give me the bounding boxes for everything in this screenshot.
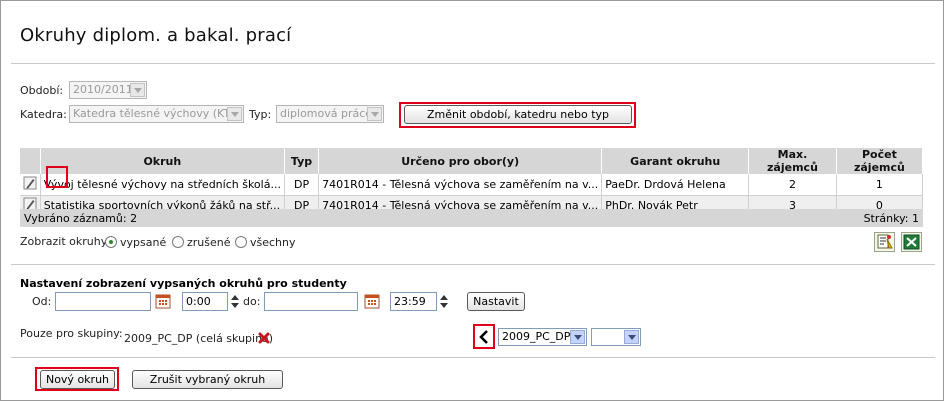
from-time-input[interactable]: 0:00 [182, 292, 228, 311]
period-select-value: 2010/2011 [73, 83, 133, 96]
topics-table: Okruh Typ Určeno pro obor(y) Garant okru… [20, 148, 924, 217]
calendar-icon[interactable] [155, 293, 171, 309]
from-time-spinner[interactable] [230, 292, 240, 311]
department-select[interactable]: Katedra tělesné výchovy (KTV) [69, 105, 244, 123]
header-count[interactable]: Počet zájemců [836, 148, 924, 174]
chevron-down-icon [367, 107, 382, 121]
highlight-box [399, 102, 636, 128]
pagination-info: Stránky: 1 [863, 212, 919, 225]
excel-export-icon[interactable] [901, 232, 922, 252]
chevron-down-icon [227, 107, 242, 121]
header-field[interactable]: Určeno pro obor(y) [318, 148, 603, 174]
page-title: Okruhy diplom. a bakal. prací [20, 25, 292, 46]
field-cell: 7401R014 - Tělesná výchova se zaměřením … [318, 174, 603, 196]
guarantor-cell: PaeDr. Drdová Helena [601, 174, 750, 196]
group-item: 2009_PC_DP (celá skupina) [124, 332, 274, 345]
show-label: Zobrazit okruhy [20, 235, 108, 248]
period-label: Období: [20, 84, 64, 97]
print-settings-icon[interactable] [874, 232, 895, 252]
to-time-input[interactable]: 23:59 [390, 292, 437, 311]
topic-cell: Vývoj tělesné výchovy na středních školá… [40, 174, 285, 196]
header-topic[interactable]: Okruh [40, 148, 285, 174]
department-label: Katedra: [20, 108, 67, 121]
section-divider [11, 264, 935, 265]
radio-dot[interactable] [105, 236, 117, 248]
header-edit [20, 148, 41, 174]
chevron-down-icon [624, 330, 639, 344]
actions-divider [11, 357, 935, 358]
title-divider [11, 63, 935, 64]
set-button[interactable]: Nastavit [467, 292, 525, 311]
count-cell: 1 [836, 174, 924, 196]
remove-icon[interactable] [258, 332, 270, 344]
to-label: do: [243, 295, 261, 308]
cancel-topic-button[interactable]: Zrušit vybraný okruh [132, 370, 283, 389]
type-cell: DP [284, 174, 320, 196]
radio-all[interactable]: všechny [235, 236, 296, 249]
header-max[interactable]: Max. zájemců [748, 148, 837, 174]
pencil-icon[interactable] [23, 176, 37, 190]
type-select[interactable]: diplomová práce [276, 105, 384, 123]
header-guarantor[interactable]: Garant okruhu [601, 148, 750, 174]
highlight-box [473, 324, 495, 349]
type-label: Typ: [249, 108, 272, 121]
to-time-spinner[interactable] [439, 292, 449, 311]
calendar-icon[interactable] [364, 293, 380, 309]
table-row[interactable]: Vývoj tělesné výchovy na středních školá… [20, 174, 924, 196]
group-select-secondary[interactable] [591, 328, 641, 346]
radio-dot[interactable] [172, 236, 184, 248]
department-select-value: Katedra tělesné výchovy (KTV) [73, 107, 242, 120]
radio-canceled-label: zrušené [187, 236, 231, 249]
page-frame: Okruhy diplom. a bakal. prací Období: 20… [0, 0, 944, 401]
from-date-input[interactable] [55, 292, 151, 311]
radio-published[interactable]: vypsané [105, 236, 166, 249]
from-label: Od: [32, 295, 52, 308]
radio-all-label: všechny [250, 236, 296, 249]
highlight-box [46, 166, 68, 188]
header-type[interactable]: Typ [284, 148, 320, 174]
groups-label: Pouze pro skupiny: [20, 327, 123, 340]
table-header: Okruh Typ Určeno pro obor(y) Garant okru… [20, 148, 924, 174]
type-select-value: diplomová práce [280, 107, 373, 120]
chevron-down-icon [570, 330, 585, 344]
radio-canceled[interactable]: zrušené [172, 236, 231, 249]
settings-heading: Nastavení zobrazení vypsaných okruhů pro… [20, 277, 347, 290]
group-select-value: 2009_PC_DP [502, 330, 571, 343]
selected-count: Vybráno záznamů: 2 [24, 212, 138, 225]
radio-dot[interactable] [235, 236, 247, 248]
edit-cell[interactable] [20, 174, 41, 196]
max-cell: 2 [748, 174, 837, 196]
to-date-input[interactable] [264, 292, 358, 311]
radio-published-label: vypsané [120, 236, 167, 249]
table-footer: Vybráno záznamů: 2 Stránky: 1 [20, 209, 923, 227]
group-select[interactable]: 2009_PC_DP [498, 328, 587, 346]
chevron-down-icon [130, 83, 145, 97]
period-select[interactable]: 2010/2011 [69, 81, 147, 99]
highlight-box [35, 367, 119, 391]
